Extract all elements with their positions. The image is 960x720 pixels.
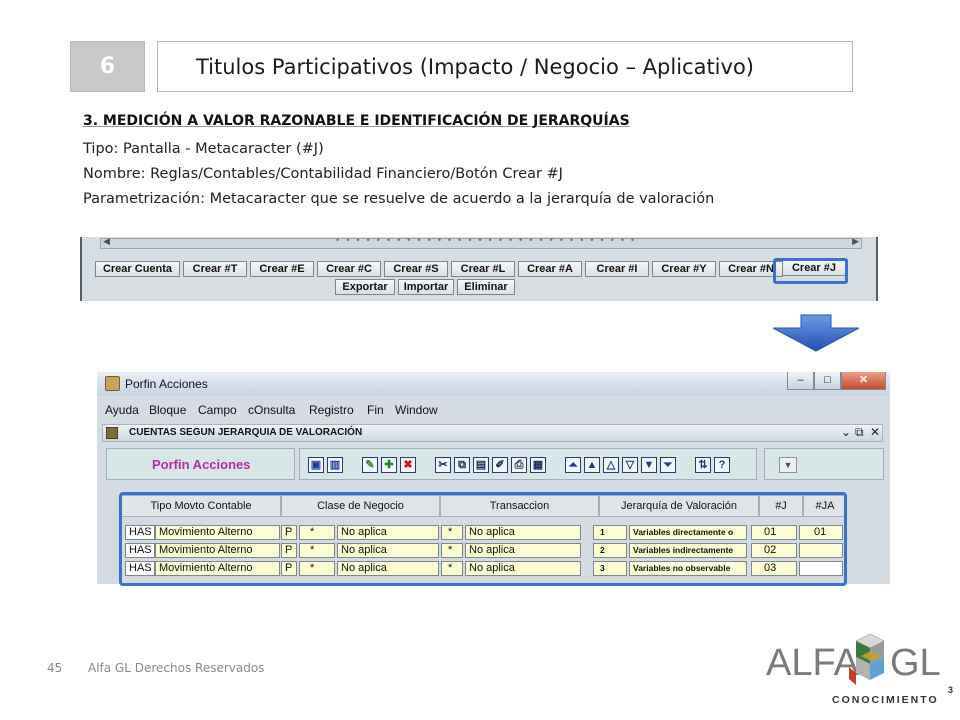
delete-icon[interactable]: ✖ bbox=[400, 457, 416, 473]
maximize-button[interactable]: □ bbox=[814, 372, 841, 390]
next-record-icon[interactable]: ▽ bbox=[622, 457, 638, 473]
edit-icon[interactable]: ✎ bbox=[362, 457, 378, 473]
menu-campo[interactable]: Campo bbox=[198, 403, 237, 417]
refresh-icon[interactable]: ⇅ bbox=[695, 457, 711, 473]
form-titlebar: CUENTAS SEGUN JERARQUIA DE VALORACIÓN ⌄ … bbox=[102, 424, 883, 442]
form-minimize-icon[interactable]: ⌄ bbox=[841, 425, 851, 439]
menu-bloque[interactable]: Bloque bbox=[149, 403, 186, 417]
form-title: CUENTAS SEGUN JERARQUIA DE VALORACIÓN bbox=[129, 427, 363, 438]
crear-j-highlight bbox=[773, 258, 848, 284]
toolbar: ▣ ▥ ✎ ✚ ✖ ✂ ⧉ ▤ ✐ ⎙ ▦ ⏶ ▲ △ ▽ ▼ ⏷ ⇅ ? bbox=[299, 448, 757, 480]
menu-registro[interactable]: Registro bbox=[309, 403, 354, 417]
crear-y-button[interactable]: Crear #Y bbox=[652, 261, 716, 277]
last-record-icon[interactable]: ⏷ bbox=[660, 457, 676, 473]
menu-window[interactable]: Window bbox=[395, 403, 438, 417]
menu-consulta[interactable]: cOnsulta bbox=[248, 403, 295, 417]
scroll-right-arrow-icon[interactable]: ▶ bbox=[852, 237, 859, 247]
minimize-button[interactable]: – bbox=[787, 372, 814, 390]
prev-block-icon[interactable]: ▲ bbox=[584, 457, 600, 473]
crear-s-button[interactable]: Crear #S bbox=[384, 261, 448, 277]
logo-tagline: CONOCIMIENTO bbox=[832, 694, 939, 706]
copy-icon[interactable]: ⧉ bbox=[454, 457, 470, 473]
footer-copyright: Alfa GL Derechos Reservados bbox=[88, 661, 265, 675]
next-block-icon[interactable]: ▼ bbox=[641, 457, 657, 473]
arrow-down-icon bbox=[772, 314, 860, 352]
app-icon bbox=[105, 376, 120, 391]
crear-i-button[interactable]: Crear #I bbox=[585, 261, 649, 277]
first-record-icon[interactable]: ⏶ bbox=[565, 457, 581, 473]
form-restore-icon[interactable]: ⧉ bbox=[855, 425, 864, 440]
prev-record-icon[interactable]: △ bbox=[603, 457, 619, 473]
dropdown-icon[interactable]: ▼ bbox=[779, 457, 797, 473]
crear-a-button[interactable]: Crear #A bbox=[518, 261, 582, 277]
pencil-icon[interactable]: ✐ bbox=[492, 457, 508, 473]
menu-bar: Ayuda Bloque Campo cOnsulta Registro Fin… bbox=[97, 400, 890, 420]
alfa-gl-logo: ALFA GL CONOCIMIENTO 3 bbox=[766, 633, 953, 706]
app-label: Porfin Acciones bbox=[152, 457, 251, 472]
horizontal-scrollbar[interactable]: ◀ • • • • • • • • • • • • • • • • • • • … bbox=[100, 237, 862, 249]
exportar-button[interactable]: Exportar bbox=[335, 279, 395, 295]
close-button[interactable]: ✕ bbox=[841, 372, 886, 390]
help-icon[interactable]: ? bbox=[714, 457, 730, 473]
book-icon[interactable]: ▥ bbox=[327, 457, 343, 473]
button-bar-screenshot: ◀ • • • • • • • • • • • • • • • • • • • … bbox=[80, 237, 878, 301]
table-highlight bbox=[119, 492, 847, 586]
slide-number: 6 bbox=[70, 41, 145, 92]
app-label-box: Porfin Acciones bbox=[106, 448, 295, 480]
parametrization-line: Parametrización: Metacaracter que se res… bbox=[83, 191, 715, 207]
crear-c-button[interactable]: Crear #C bbox=[317, 261, 381, 277]
crear-cuenta-button[interactable]: Crear Cuenta bbox=[95, 261, 180, 277]
add-icon[interactable]: ✚ bbox=[381, 457, 397, 473]
importar-button[interactable]: Importar bbox=[398, 279, 454, 295]
type-line: Tipo: Pantalla - Metacaracter (#J) bbox=[83, 141, 324, 157]
query-icon[interactable]: ▦ bbox=[530, 457, 546, 473]
window-titlebar[interactable]: Porfin Acciones – □ ✕ bbox=[97, 372, 890, 396]
scroll-left-arrow-icon[interactable]: ◀ bbox=[103, 237, 110, 247]
save-icon[interactable]: ▣ bbox=[308, 457, 324, 473]
name-line: Nombre: Reglas/Contables/Contabilidad Fi… bbox=[83, 166, 563, 182]
eliminar-button[interactable]: Eliminar bbox=[457, 279, 515, 295]
cut-icon[interactable]: ✂ bbox=[435, 457, 451, 473]
page-number: 45 bbox=[47, 661, 63, 675]
form-icon bbox=[106, 427, 118, 439]
crear-l-button[interactable]: Crear #L bbox=[451, 261, 515, 277]
window-title: Porfin Acciones bbox=[125, 377, 208, 391]
form-close-icon[interactable]: ✕ bbox=[870, 425, 880, 439]
logo-left-text: ALFA bbox=[766, 642, 860, 684]
status-box: ▼ bbox=[764, 448, 884, 480]
menu-fin[interactable]: Fin bbox=[367, 403, 384, 417]
crear-e-button[interactable]: Crear #E bbox=[250, 261, 314, 277]
menu-ayuda[interactable]: Ayuda bbox=[105, 403, 139, 417]
logo-right-text: GL bbox=[890, 642, 941, 684]
slide-title: Titulos Participativos (Impacto / Negoci… bbox=[157, 41, 853, 92]
scroll-grip: • • • • • • • • • • • • • • • • • • • • … bbox=[335, 237, 637, 246]
crear-t-button[interactable]: Crear #T bbox=[183, 261, 247, 277]
logo-superscript: 3 bbox=[948, 685, 953, 695]
print-icon[interactable]: ⎙ bbox=[511, 457, 527, 473]
section-title: 3. MEDICIÓN A VALOR RAZONABLE E IDENTIFI… bbox=[83, 113, 630, 129]
paste-icon[interactable]: ▤ bbox=[473, 457, 489, 473]
